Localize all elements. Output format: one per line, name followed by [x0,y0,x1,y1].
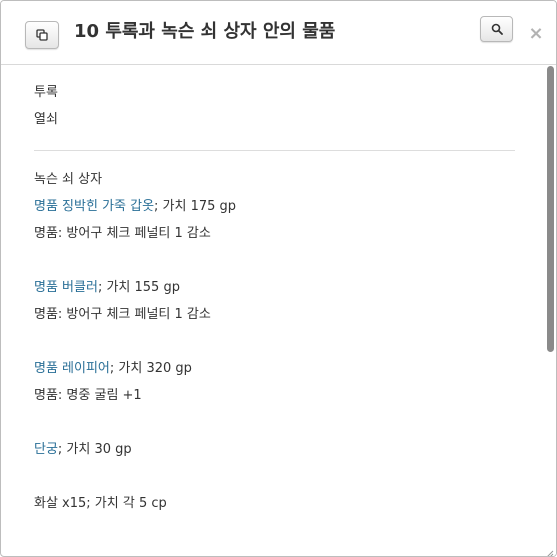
item-line: 투록 [34,85,58,100]
item-note: 명품: 방어구 체크 페널티 1 감소 [34,307,211,322]
item-note: 명품: 방어구 체크 페널티 1 감소 [34,226,211,241]
item-link[interactable]: 명품 징박힌 가죽 갑옷 [34,199,154,214]
list-item: 명품 레이피어; 가치 320 gp [34,360,192,378]
item-line: 열쇠 [34,112,58,127]
vertical-scrollbar[interactable] [545,65,556,556]
item-link[interactable]: 명품 버클러 [34,280,98,295]
dialog-body: 투록 열쇠 녹슨 쇠 상자 명품 징박힌 가죽 갑옷; 가치 175 gp 명품… [1,65,545,556]
item-value: ; 가치 175 gp [154,199,237,214]
search-icon [491,20,503,39]
item-note: 명품: 명중 굴림 +1 [34,388,142,403]
chest-heading: 녹슨 쇠 상자 [34,172,103,187]
list-item: 단궁; 가치 30 gp [34,441,132,459]
item-value: ; 가치 320 gp [109,361,192,376]
search-button[interactable] [480,16,513,42]
list-item: 명품 징박힌 가죽 갑옷; 가치 175 gp [34,198,236,216]
section-divider [34,150,515,151]
copy-icon [36,26,48,45]
item-link[interactable]: 단궁 [34,442,58,457]
close-button[interactable]: × [528,24,544,44]
resize-grip-icon[interactable] [544,544,554,556]
item-link[interactable]: 명품 레이피어 [34,361,110,376]
item-value: ; 가치 155 gp [97,280,180,295]
list-item: 화살 x15; 가치 각 5 cp [34,496,167,511]
item-value: ; 가치 30 gp [57,442,132,457]
copy-button[interactable] [25,21,59,49]
dialog-title: 10 투록과 녹슨 쇠 상자 안의 물품 [74,21,336,42]
dialog-header: 10 투록과 녹슨 쇠 상자 안의 물품 × [1,1,556,65]
list-item: 명품 버클러; 가치 155 gp [34,279,180,297]
scrollbar-thumb[interactable] [547,66,554,352]
loot-dialog: 10 투록과 녹슨 쇠 상자 안의 물품 × 투록 열쇠 녹슨 쇠 상자 명품 … [0,0,557,557]
